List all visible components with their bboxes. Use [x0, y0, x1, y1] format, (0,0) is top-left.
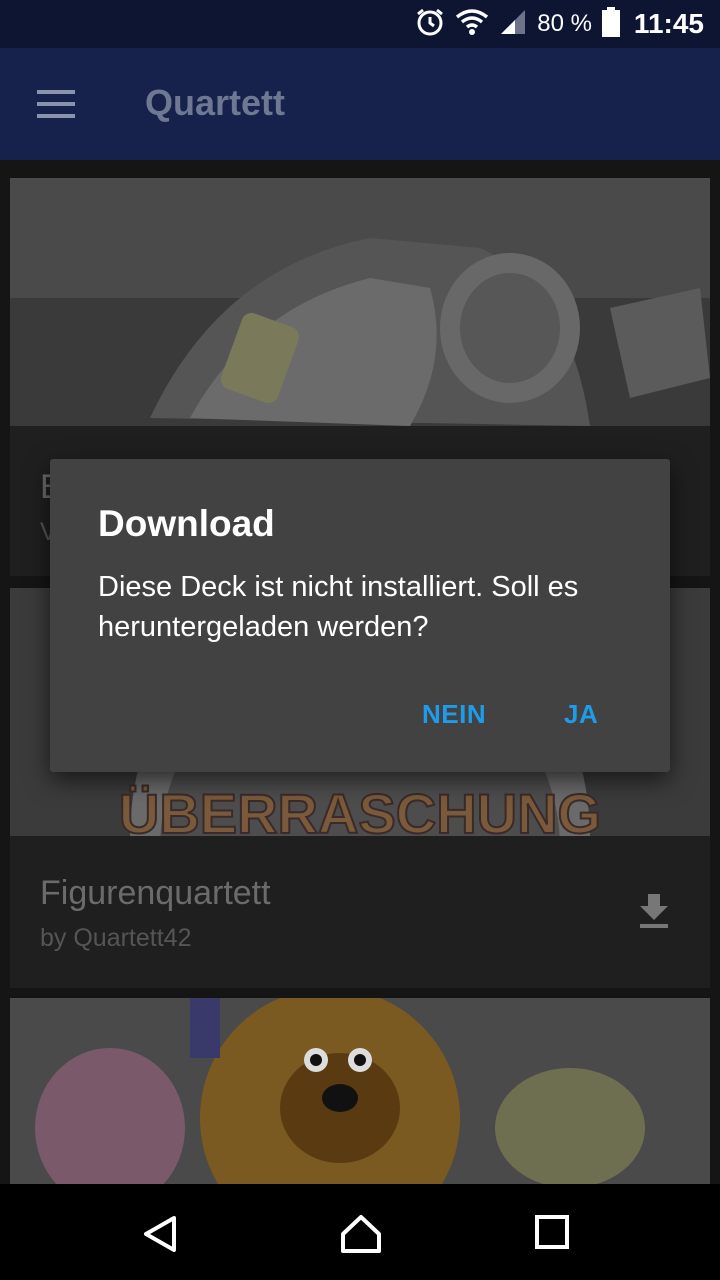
download-dialog: Download Diese Deck ist nicht installier…: [50, 459, 670, 772]
yes-button[interactable]: JA: [564, 699, 598, 739]
dialog-title: Download: [98, 503, 275, 544]
battery-percentage: 80 %: [537, 10, 592, 37]
back-icon[interactable]: [140, 1214, 180, 1254]
wifi-icon: [455, 8, 489, 41]
home-icon[interactable]: [340, 1214, 381, 1254]
alarm-icon: [415, 7, 445, 42]
no-button[interactable]: NEIN: [422, 699, 486, 739]
screen: 80 % 11:45 Quartett V ÜBERRASCHUNG Figur…: [0, 0, 720, 1280]
signal-icon: [499, 8, 527, 41]
recents-icon[interactable]: [534, 1214, 574, 1254]
battery-icon: [601, 6, 620, 42]
dialog-message: Diese Deck ist nicht installiert. Soll e…: [98, 571, 579, 643]
clock: 11:45: [633, 8, 704, 39]
status-bar: 80 % 11:45: [0, 0, 720, 48]
navigation-bar: [0, 1184, 720, 1280]
